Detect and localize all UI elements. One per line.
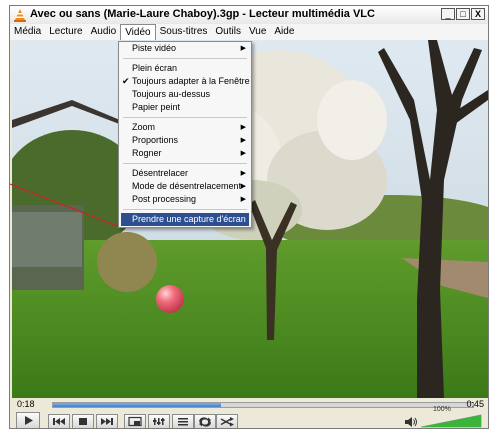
play-icon bbox=[25, 416, 33, 425]
menu-item-piste-video[interactable]: Piste vidéo ▶ bbox=[119, 42, 251, 55]
submenu-arrow-icon: ▶ bbox=[240, 196, 246, 203]
submenu-arrow-icon: ▶ bbox=[240, 150, 246, 157]
stop-button[interactable] bbox=[72, 414, 94, 428]
playlist-icon bbox=[178, 418, 188, 426]
seek-row: 0:18 0:45 bbox=[10, 398, 488, 412]
playlist-button[interactable] bbox=[172, 414, 194, 428]
video-menu-dropdown: Piste vidéo ▶ Plein écran ✔ Toujours adapt… bbox=[118, 41, 252, 228]
volume-percent: 100% bbox=[433, 406, 451, 413]
elapsed-time: 0:18 bbox=[17, 399, 35, 409]
fullscreen-button[interactable] bbox=[124, 414, 146, 428]
menu-item-proportions[interactable]: Proportions ▶ bbox=[119, 134, 251, 147]
menu-separator bbox=[123, 209, 247, 210]
loop-icon bbox=[199, 417, 211, 427]
submenu-arrow-icon: ▶ bbox=[240, 124, 246, 131]
equalizer-button[interactable] bbox=[148, 414, 170, 428]
menu-item-toujours-adapter[interactable]: ✔ Toujours adapter à la Fenêtre bbox=[119, 75, 251, 88]
menu-item-papier-peint[interactable]: Papier peint bbox=[119, 101, 251, 114]
total-time: 0:45 bbox=[466, 399, 484, 409]
menu-item-desentrelacer[interactable]: Désentrelacer ▶ bbox=[119, 167, 251, 180]
menu-item-capture-ecran[interactable]: Prendre une capture d'écran bbox=[121, 213, 249, 226]
submenu-arrow-icon: ▶ bbox=[240, 170, 246, 177]
submenu-arrow-icon: ▶ bbox=[240, 45, 246, 52]
previous-button[interactable] bbox=[48, 414, 70, 428]
stop-icon bbox=[79, 418, 87, 425]
menu-item-mode-desentrelacement[interactable]: Mode de désentrelacement ▶ bbox=[119, 180, 251, 193]
menu-separator bbox=[123, 163, 247, 164]
next-icon bbox=[101, 418, 113, 425]
menu-item-rogner[interactable]: Rogner ▶ bbox=[119, 147, 251, 160]
submenu-arrow-icon: ▶ bbox=[240, 137, 246, 144]
menu-item-toujours-au-dessus[interactable]: Toujours au-dessus bbox=[119, 88, 251, 101]
submenu-arrow-icon: ▶ bbox=[240, 183, 246, 190]
menu-separator bbox=[123, 117, 247, 118]
play-button[interactable] bbox=[16, 412, 40, 428]
seek-progress bbox=[53, 403, 221, 407]
control-bar: 100% bbox=[10, 406, 488, 428]
previous-icon bbox=[53, 418, 65, 425]
menu-item-zoom[interactable]: Zoom ▶ bbox=[119, 121, 251, 134]
menu-item-post-processing[interactable]: Post processing ▶ bbox=[119, 193, 251, 206]
shuffle-button[interactable] bbox=[216, 414, 238, 428]
seek-bar[interactable] bbox=[52, 402, 474, 408]
speaker-icon[interactable] bbox=[404, 416, 418, 428]
menu-separator bbox=[123, 58, 247, 59]
checkmark-icon: ✔ bbox=[122, 76, 130, 86]
fullscreen-icon bbox=[128, 416, 142, 427]
next-button[interactable] bbox=[96, 414, 118, 428]
shuffle-icon bbox=[220, 417, 234, 427]
equalizer-icon bbox=[153, 418, 165, 425]
volume-slider[interactable] bbox=[420, 414, 482, 428]
menu-item-plein-ecran[interactable]: Plein écran bbox=[119, 62, 251, 75]
vlc-window: Avec ou sans (Marie-Laure Chaboy).3gp - … bbox=[9, 5, 489, 429]
loop-button[interactable] bbox=[194, 414, 216, 428]
